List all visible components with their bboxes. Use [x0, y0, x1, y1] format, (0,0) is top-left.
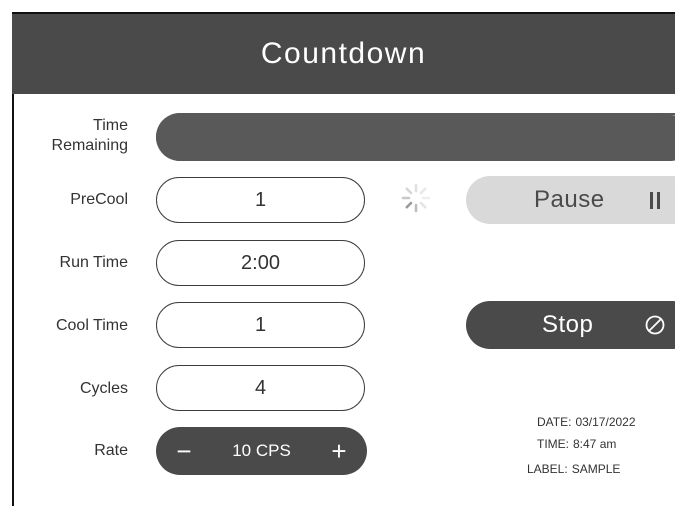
cool-time-field[interactable]: 1	[156, 302, 365, 348]
run-time-label: Run Time	[59, 254, 128, 271]
label-line: LABEL: SAMPLE	[527, 462, 620, 476]
stop-button[interactable]: Stop	[466, 301, 675, 349]
date-line: DATE: 03/17/2022	[537, 415, 636, 429]
rate-decrement-button[interactable]: −	[170, 438, 198, 464]
rate-stepper: − 10 CPS +	[156, 427, 367, 475]
precool-field[interactable]: 1	[156, 177, 365, 223]
rate-label: Rate	[94, 442, 128, 459]
time-remaining-progress-bar	[156, 113, 675, 161]
run-time-field[interactable]: 2:00	[156, 240, 365, 286]
cycles-label: Cycles	[79, 380, 128, 397]
pause-icon	[650, 192, 660, 209]
loading-spinner-icon	[401, 183, 431, 213]
title-bar: Countdown	[12, 12, 675, 94]
cycles-field[interactable]: 4	[156, 365, 365, 411]
precool-label: PreCool	[70, 191, 128, 208]
stop-button-label: Stop	[542, 311, 594, 338]
page-title: Countdown	[260, 37, 427, 70]
stop-circle-slash-icon	[645, 315, 665, 335]
time-line: TIME: 8:47 am	[537, 437, 616, 451]
cool-time-label: Cool Time	[55, 317, 128, 334]
label-key: LABEL:	[527, 462, 568, 476]
rate-increment-button[interactable]: +	[325, 438, 353, 464]
time-key: TIME:	[537, 437, 569, 451]
pause-button[interactable]: Pause	[466, 176, 675, 224]
time-remaining-progress-fill	[156, 113, 675, 161]
label-value: SAMPLE	[571, 462, 621, 476]
time-value: 8:47 am	[573, 437, 617, 451]
date-value: 03/17/2022	[575, 415, 636, 429]
countdown-screen: Countdown Time Remaining PreCool 1 Run T…	[12, 12, 675, 506]
pause-button-label: Pause	[534, 186, 605, 213]
rate-value: 10 CPS	[232, 441, 291, 460]
time-remaining-label: Time Remaining	[51, 117, 128, 154]
date-key: DATE:	[537, 415, 572, 429]
